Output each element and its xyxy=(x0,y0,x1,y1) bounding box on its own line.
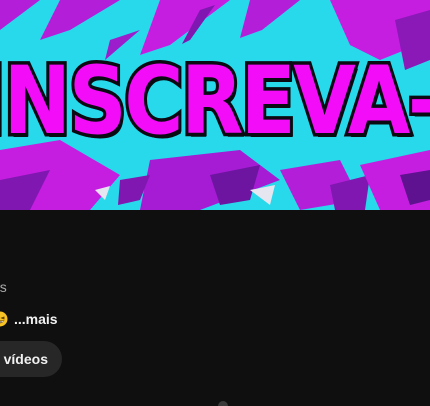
videos-button[interactable]: r vídeos xyxy=(0,341,62,377)
channel-banner: INSCREVA-SE xyxy=(0,0,430,210)
grinning-squint-emoji-icon xyxy=(0,311,8,327)
description-more-link[interactable]: ...mais xyxy=(14,311,58,327)
banner-title: INSCREVA-SE xyxy=(0,46,430,157)
avatar-dot xyxy=(218,401,228,406)
channel-description[interactable]: ...mais xyxy=(0,311,58,327)
channel-page: INSCREVA-SE os ...mais r vídeos xyxy=(0,0,430,406)
channel-stats: os xyxy=(0,279,7,295)
